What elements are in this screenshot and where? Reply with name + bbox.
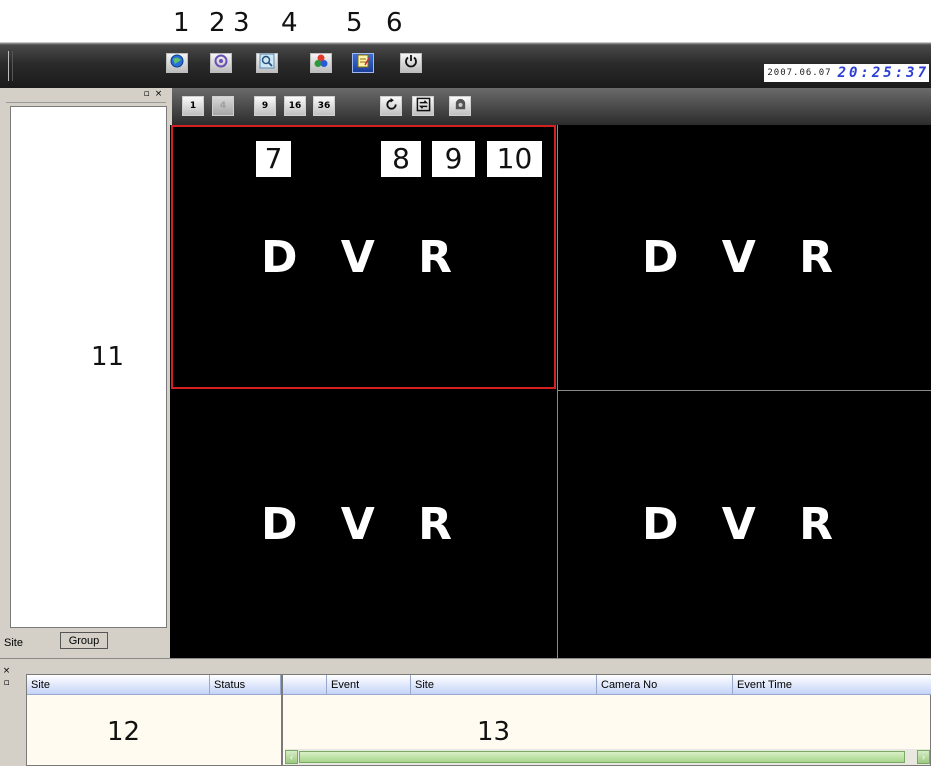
callout-number: 10 (487, 141, 542, 177)
column-header-camera-no[interactable]: Camera No (597, 675, 733, 695)
refresh-button[interactable] (380, 96, 402, 116)
toolbar-button-power[interactable] (400, 53, 422, 73)
date-text: 2007.06.07 (767, 68, 832, 78)
layout-36-button[interactable]: 36 (313, 96, 335, 116)
sequence-button[interactable] (412, 96, 434, 116)
toolbar-button-globe[interactable] (166, 53, 188, 73)
video-cell[interactable]: D V R (171, 391, 556, 658)
callout-number: 5 (346, 8, 363, 38)
datetime-display: 2007.06.07 20:25:37 (764, 64, 929, 82)
horizontal-scrollbar[interactable]: ‹ › (285, 749, 930, 765)
restore-icon[interactable]: ▫ (2, 679, 11, 688)
video-cell[interactable]: D V R (558, 125, 931, 389)
column-header-event[interactable]: Event (327, 675, 411, 695)
scroll-left-arrow-icon[interactable]: ‹ (285, 750, 298, 764)
toolbar-button-notepad[interactable] (352, 53, 374, 73)
ptz-camera-icon (453, 97, 468, 115)
layout-9-button[interactable]: 9 (254, 96, 276, 116)
layout-4-button[interactable]: 4 (212, 96, 234, 116)
column-header-site[interactable]: Site (411, 675, 597, 695)
column-header-site[interactable]: Site (27, 675, 210, 695)
callout-number: 11 (91, 342, 125, 372)
column-header-event-time[interactable]: Event Time (733, 675, 931, 695)
video-cell-label: D V R (260, 499, 467, 550)
scrollbar-thumb[interactable] (299, 751, 905, 763)
column-header-blank[interactable] (283, 675, 327, 695)
callout-number: 1 (173, 8, 190, 38)
toolbar-button-settings[interactable] (210, 53, 232, 73)
time-text: 20:25:37 (837, 65, 929, 81)
refresh-icon (384, 97, 399, 115)
video-grid: D V R D V R D V R D V R (170, 125, 931, 658)
toolbar-grip[interactable] (8, 51, 13, 81)
restore-icon[interactable]: ▫ (142, 90, 151, 99)
grid-divider (557, 390, 931, 391)
notepad-icon (355, 53, 371, 74)
video-cell-label: D V R (641, 231, 848, 283)
video-cell-label: D V R (260, 231, 467, 283)
video-cell-label: D V R (641, 499, 848, 550)
callout-number: 7 (256, 141, 291, 177)
callout-number: 4 (281, 8, 298, 38)
event-panel: × ▫ Site Status 12 Event Site Camera No … (0, 658, 931, 766)
power-icon (403, 53, 419, 74)
sequence-icon (416, 97, 431, 115)
callout-number: 8 (381, 141, 421, 177)
site-tree[interactable]: 11 (10, 106, 167, 628)
callout-number: 13 (477, 717, 511, 747)
site-panel-titlebar: ▫ × (6, 90, 166, 103)
tab-group[interactable]: Group (60, 632, 108, 649)
layout-16-button[interactable]: 16 (284, 96, 306, 116)
site-status-list[interactable]: Site Status 12 (26, 674, 282, 766)
video-cell[interactable]: D V R (558, 391, 931, 658)
color-adjust-icon (313, 53, 329, 74)
search-icon (259, 53, 275, 74)
callout-number: 12 (107, 717, 141, 747)
layout-1-button[interactable]: 1 (182, 96, 204, 116)
ptz-camera-button[interactable] (449, 96, 471, 116)
settings-icon (213, 53, 229, 74)
globe-icon (169, 53, 185, 74)
site-panel: ▫ × 11 Site Group (0, 88, 172, 658)
close-icon[interactable]: × (154, 90, 163, 99)
grid-divider (557, 125, 558, 658)
close-icon[interactable]: × (2, 667, 11, 676)
toolbar-button-search[interactable] (256, 53, 278, 73)
toolbar-button-color-adjust[interactable] (310, 53, 332, 73)
callout-number: 2 (209, 8, 226, 38)
callout-number: 3 (233, 8, 250, 38)
view-toolbar: 1 4 9 16 36 (172, 88, 931, 125)
tab-site[interactable]: Site (4, 637, 23, 649)
column-header-status[interactable]: Status (210, 675, 281, 695)
callout-number: 6 (386, 8, 403, 38)
callout-number: 9 (432, 141, 475, 177)
event-list[interactable]: Event Site Camera No Event Time 13 ‹ › (282, 674, 931, 766)
scroll-right-arrow-icon[interactable]: › (917, 750, 930, 764)
